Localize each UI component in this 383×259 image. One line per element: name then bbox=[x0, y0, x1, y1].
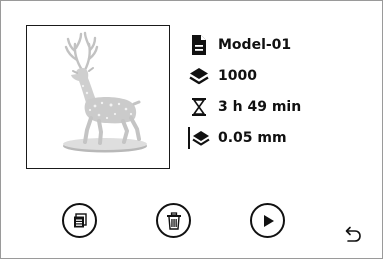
trash-icon bbox=[166, 211, 181, 230]
file-list-button[interactable] bbox=[62, 203, 97, 238]
model-name: Model-01 bbox=[218, 37, 292, 53]
layer-height-icon bbox=[188, 127, 210, 149]
print-preview-screen: Model-01 1000 3 h 49 min 0.05 mm bbox=[0, 0, 383, 259]
start-print-button[interactable] bbox=[250, 203, 285, 238]
print-time-row: 3 h 49 min bbox=[188, 96, 301, 118]
delete-button[interactable] bbox=[156, 203, 191, 238]
model-thumbnail bbox=[26, 25, 170, 169]
layer-height-row: 0.05 mm bbox=[188, 127, 287, 149]
layer-count-row: 1000 bbox=[188, 65, 257, 87]
deer-model-image bbox=[63, 31, 147, 153]
file-list-icon bbox=[73, 212, 87, 227]
layer-count: 1000 bbox=[218, 68, 257, 84]
layers-icon bbox=[189, 68, 209, 85]
play-icon bbox=[263, 214, 274, 227]
layer-height: 0.05 mm bbox=[218, 130, 287, 146]
model-name-row: Model-01 bbox=[188, 34, 291, 56]
hourglass-icon bbox=[192, 98, 206, 116]
back-arrow-icon[interactable] bbox=[341, 223, 363, 245]
file-icon bbox=[192, 35, 206, 55]
print-time: 3 h 49 min bbox=[218, 99, 302, 115]
